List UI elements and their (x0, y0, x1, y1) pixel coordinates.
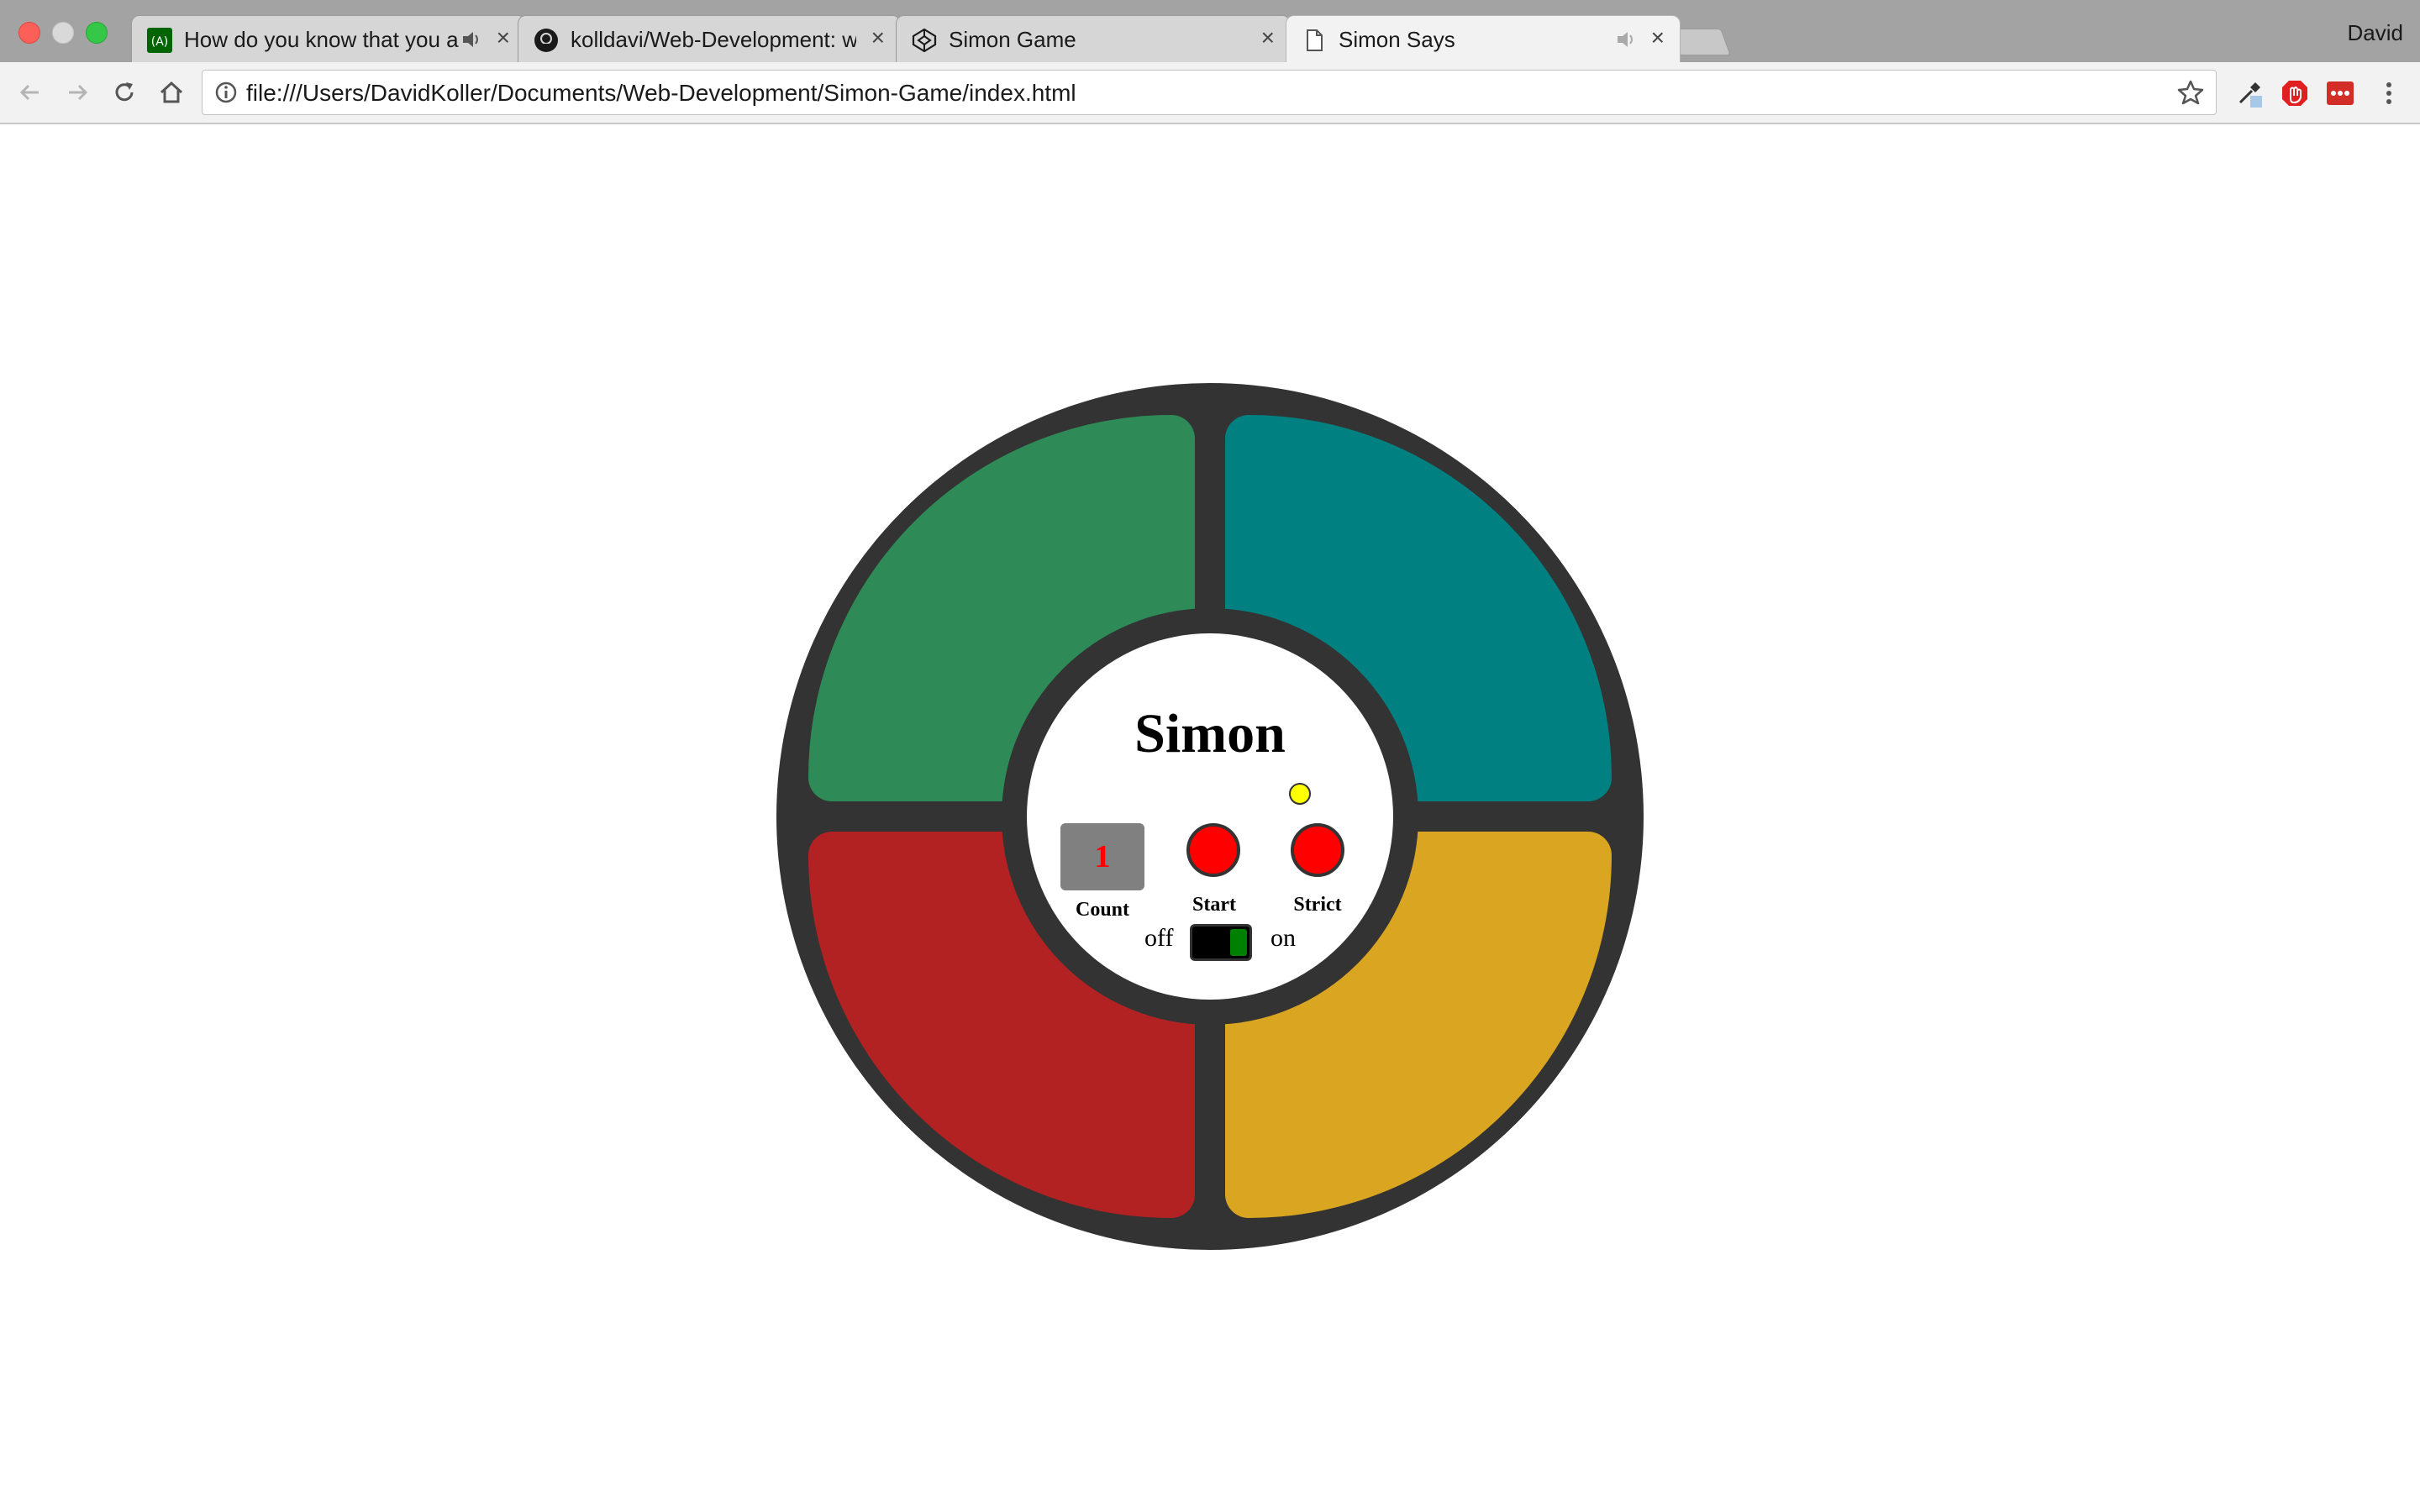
home-icon[interactable] (156, 77, 187, 108)
strict-indicator-led (1289, 783, 1311, 805)
tab-simon-says[interactable]: Simon Says × (1286, 15, 1681, 62)
start-button[interactable] (1186, 823, 1240, 877)
back-arrow-icon[interactable] (15, 77, 45, 108)
off-label: off (1144, 924, 1174, 952)
speaker-icon[interactable] (1614, 28, 1638, 51)
tab-title: Simon Game (949, 27, 1076, 52)
browser-titlebar: (A) How do you know that you a × kolldav… (0, 0, 2420, 62)
on-label: on (1270, 924, 1296, 952)
menu-kebab-icon[interactable] (2375, 79, 2403, 108)
tab-github[interactable]: kolldavi/Web-Development: we × (518, 15, 901, 62)
strict-button[interactable] (1291, 823, 1344, 877)
strict-label: Strict (1293, 894, 1342, 916)
tab-close-button[interactable]: × (497, 25, 510, 50)
document-icon (1307, 29, 1323, 51)
svg-text:(A): (A) (151, 35, 169, 49)
address-bar[interactable]: file:///Users/DavidKoller/Documents/Web-… (202, 70, 2217, 115)
window-close-button[interactable] (18, 22, 40, 44)
simon-board: Simon 1 Count Start Strict off on (776, 383, 1644, 1250)
game-title: Simon (1134, 703, 1286, 764)
power-switch-knob[interactable] (1230, 929, 1247, 956)
eyedropper-extension-icon[interactable] (2235, 79, 2264, 108)
power-switch[interactable] (1190, 924, 1252, 961)
count-label: Count (1075, 899, 1130, 921)
tab-title: How do you know that you a (184, 27, 459, 52)
bookmark-star-icon[interactable] (2177, 79, 2204, 106)
window-maximize-button[interactable] (86, 22, 108, 44)
tab-close-button[interactable]: × (871, 25, 885, 50)
profile-name[interactable]: David (2348, 20, 2403, 46)
tab-close-button[interactable]: × (1261, 25, 1275, 50)
count-display: 1 (1060, 823, 1144, 890)
reload-icon[interactable] (109, 77, 139, 108)
tab-codepen[interactable]: Simon Game × (896, 15, 1291, 62)
github-icon (534, 29, 558, 52)
tab-close-button[interactable]: × (1651, 25, 1665, 50)
codepen-icon (912, 28, 937, 53)
start-label: Start (1192, 894, 1236, 916)
freecodecamp-icon: (A) (147, 28, 172, 53)
speaker-icon[interactable] (460, 28, 483, 51)
control-panel: Simon 1 Count Start Strict off on (1027, 633, 1393, 1000)
url-text[interactable]: file:///Users/DavidKoller/Documents/Web-… (246, 80, 1076, 107)
forward-arrow-icon[interactable] (62, 77, 92, 108)
lastpass-extension-icon[interactable] (2326, 79, 2354, 108)
tab-title: Simon Says (1339, 27, 1455, 52)
info-icon[interactable] (214, 81, 238, 104)
adblock-extension-icon[interactable] (2281, 79, 2309, 108)
tab-title: kolldavi/Web-Development: we (571, 27, 856, 52)
window-minimize-button[interactable] (52, 22, 74, 44)
browser-toolbar: file:///Users/DavidKoller/Documents/Web-… (0, 62, 2420, 124)
tab-freecodecamp[interactable]: (A) How do you know that you a × (131, 15, 526, 62)
